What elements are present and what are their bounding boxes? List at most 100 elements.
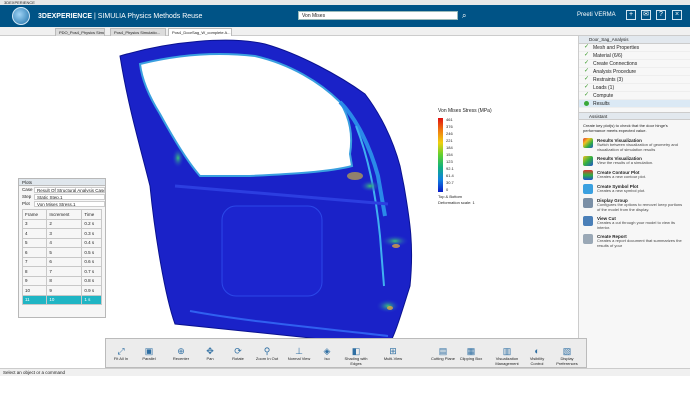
tool-label: Visibility Control bbox=[529, 356, 545, 366]
cell: 4 bbox=[46, 237, 83, 248]
assistant-item[interactable]: Create Symbol Plot Creates a new symbol p… bbox=[579, 182, 690, 196]
step-label: Restraints (3) bbox=[593, 76, 624, 83]
legend-title: Von Mises Stress (MPa) bbox=[438, 108, 492, 114]
fit-all-in-button[interactable]: ⤢ Fit All In bbox=[108, 346, 134, 362]
display-group-icon bbox=[583, 198, 593, 208]
fit-all-icon: ⤢ bbox=[117, 346, 125, 356]
shading-button[interactable]: ◧ Shading with Edges bbox=[343, 346, 369, 366]
cutting-plane-button[interactable]: ▤ Cutting Plane bbox=[430, 346, 456, 362]
cell: 5 bbox=[21, 237, 48, 248]
plot-select[interactable]: Von Mises Stress.1 bbox=[34, 200, 105, 207]
check-icon: ✓ bbox=[584, 76, 590, 82]
document-tabs: PDO_Pos4_Physics Simulati... Pos4_Physic… bbox=[0, 27, 690, 36]
share-icon[interactable]: + bbox=[626, 10, 636, 20]
legend-note: Top & Bottom bbox=[438, 194, 463, 199]
plots-panel[interactable]: Plots Case Result Of Structural Analysis… bbox=[18, 178, 106, 318]
compass-icon[interactable] bbox=[12, 7, 30, 25]
step-procedure[interactable]: ✓ Analysis Procedure bbox=[579, 68, 690, 76]
step-connections[interactable]: ✓ Create Connections bbox=[579, 60, 690, 68]
step-compute[interactable]: ✓ Compute bbox=[579, 92, 690, 100]
visualization-management-button[interactable]: ▥ Visualization Management bbox=[494, 346, 520, 366]
item-desc: Creates a new symbol plot. bbox=[597, 188, 646, 193]
assistant-item[interactable]: Create Report Creates a report document t… bbox=[579, 232, 690, 250]
case-row: Case Result Of Structural Analysis Case.… bbox=[19, 186, 105, 193]
active-dot-icon bbox=[584, 101, 589, 106]
step-mesh[interactable]: ✓ Mesh and Properties bbox=[579, 44, 690, 52]
table-row[interactable]: 3 2 0.2 s bbox=[21, 218, 102, 229]
table-row[interactable]: 8 7 0.7 s bbox=[21, 266, 102, 277]
cell: 10 bbox=[46, 294, 83, 305]
status-bar: Select an object or a command bbox=[0, 368, 690, 376]
assistant-item[interactable]: Results Visualization Switch between visu… bbox=[579, 136, 690, 154]
clipping-box-button[interactable]: ▦ Clipping Box bbox=[458, 346, 484, 362]
search-input[interactable]: Von Mises bbox=[298, 11, 458, 20]
clipping-box-icon: ▦ bbox=[466, 346, 476, 356]
legend-value: 461 bbox=[446, 117, 453, 122]
table-row[interactable]: 9 8 0.8 s bbox=[21, 275, 102, 286]
column-header: Frame bbox=[21, 209, 48, 220]
table-row[interactable]: 5 4 0.4 s bbox=[21, 237, 102, 248]
table-row[interactable]: 4 3 0.3 s bbox=[21, 228, 102, 239]
step-label: Loads (1) bbox=[593, 84, 615, 91]
step-label: Compute bbox=[593, 92, 614, 99]
cell: 3 bbox=[46, 228, 83, 239]
close-icon[interactable]: × bbox=[672, 10, 682, 20]
step-restraints[interactable]: ✓ Restraints (3) bbox=[579, 76, 690, 84]
tool-label: Multi-View bbox=[383, 356, 403, 361]
item-desc: Creates a cut through your model to view… bbox=[597, 220, 676, 230]
frames-table: Frame Increment Time 3 2 0.2 s 4 3 0.3 s 540… bbox=[21, 209, 102, 305]
notification-icon[interactable]: ✉ bbox=[641, 10, 651, 20]
column-header: Time bbox=[81, 209, 102, 220]
plot-label: Plot bbox=[22, 201, 30, 206]
assistant-item[interactable]: Display Group Configures the options to r… bbox=[579, 196, 690, 214]
guide-panel: Door_Sag_Analysis ✓ Mesh and Properties ✓… bbox=[578, 36, 690, 368]
normal-view-button[interactable]: ⊥ Normal View bbox=[286, 346, 312, 362]
tab-doc-1[interactable]: PDO_Pos4_Physics Simulati... bbox=[55, 28, 105, 36]
legend-color-bar bbox=[438, 118, 443, 192]
legend-value: 123 bbox=[446, 159, 453, 164]
rotate-button[interactable]: ⟳ Rotate bbox=[225, 346, 251, 362]
item-desc: View the results of a simulation. bbox=[597, 160, 654, 165]
recenter-icon: ⊕ bbox=[177, 346, 185, 356]
table-row[interactable]: 6 5 0.5 s bbox=[21, 247, 102, 258]
tool-label: Pan bbox=[206, 356, 214, 361]
visibility-control-button[interactable]: ◐ Visibility Control bbox=[524, 346, 550, 366]
shading-icon: ◧ bbox=[351, 346, 361, 356]
step-select[interactable]: Static Step.1 bbox=[34, 193, 105, 200]
display-preferences-button[interactable]: ▧ Display Preferences bbox=[554, 346, 580, 366]
empty-area bbox=[0, 376, 690, 400]
cell: 8 bbox=[21, 266, 48, 277]
symbol-plot-icon bbox=[583, 184, 593, 194]
cell: 3 bbox=[21, 218, 48, 229]
step-loads[interactable]: ✓ Loads (1) bbox=[579, 84, 690, 92]
visibility-icon: ◐ bbox=[534, 346, 540, 356]
cell: 10 bbox=[21, 285, 48, 296]
iso-button[interactable]: ◈ Iso bbox=[314, 346, 340, 362]
tab-doc-2[interactable]: Pos4_Physics Simulatio... bbox=[110, 28, 166, 36]
contour-plot-icon bbox=[583, 170, 593, 180]
parallel-button[interactable]: ▣ Parallel bbox=[136, 346, 162, 362]
cell: 7 bbox=[46, 266, 83, 277]
zoom-button[interactable]: ⚲ Zoom In Out bbox=[254, 346, 280, 362]
assistant-item[interactable]: Create Contour Plot Creates a new contour… bbox=[579, 168, 690, 182]
help-icon[interactable]: ? bbox=[656, 10, 666, 20]
step-material[interactable]: ✓ Material (6/6) bbox=[579, 52, 690, 60]
step-label: Analysis Procedure bbox=[593, 68, 637, 75]
tab-doc-3[interactable]: Pos4_DoorSag_W_complete A... bbox=[168, 28, 232, 36]
assistant-item[interactable]: Results Visualization View the results of… bbox=[579, 154, 690, 168]
table-row-selected[interactable]: 11 10 1 s bbox=[21, 294, 102, 305]
multi-view-button[interactable]: ⊞ Multi-View bbox=[380, 346, 406, 362]
recenter-button[interactable]: ⊕ Recenter bbox=[168, 346, 194, 362]
table-row[interactable]: 10 9 0.9 s bbox=[21, 285, 102, 296]
user-name[interactable]: Preeti VERMA bbox=[577, 12, 616, 18]
step-results[interactable]: Results bbox=[579, 100, 690, 108]
assistant-header[interactable]: Assistant bbox=[579, 112, 690, 120]
guide-panel-title[interactable]: Door_Sag_Analysis bbox=[579, 36, 690, 44]
assistant-item[interactable]: View Cut Creates a cut through your model… bbox=[579, 214, 690, 232]
cell: 0.7 s bbox=[81, 266, 102, 277]
case-select[interactable]: Result Of Structural Analysis Case.1 bbox=[34, 186, 105, 193]
search-icon[interactable]: ⌕ bbox=[462, 11, 466, 21]
table-row[interactable]: 7 6 0.6 s bbox=[21, 256, 102, 267]
visualization-icon: ▥ bbox=[502, 346, 512, 356]
pan-button[interactable]: ✥ Pan bbox=[197, 346, 223, 362]
